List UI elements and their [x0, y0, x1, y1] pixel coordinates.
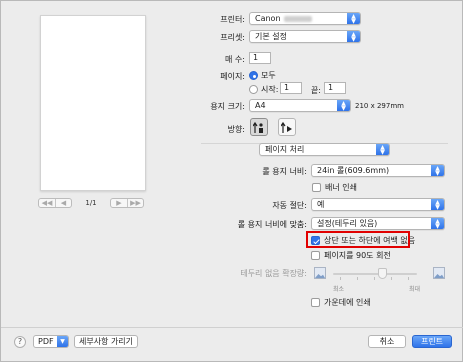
slider-tick: [374, 277, 375, 280]
presets-select[interactable]: 기본 설정 ▲ ▼: [249, 30, 361, 43]
footer-divider: [1, 327, 463, 328]
chevron-updown-icon: ▲ ▼: [347, 31, 360, 42]
pages-from-field[interactable]: 1: [280, 82, 302, 94]
image-large-icon: [433, 267, 445, 279]
page-indicator: 1/1: [85, 199, 97, 207]
printer-label: 프린터:: [220, 15, 245, 24]
printer-select[interactable]: Canon ▲ ▼: [249, 12, 361, 25]
paper-dimensions: 210 x 297mm: [355, 102, 404, 110]
pages-label: 페이지:: [220, 72, 245, 81]
print-preview-page: [40, 15, 146, 191]
pages-all-radio[interactable]: [249, 71, 258, 80]
pdf-label: PDF: [38, 337, 54, 346]
center-print-option[interactable]: 가운데에 인쇄: [311, 297, 371, 308]
print-button[interactable]: 프린트: [412, 335, 452, 348]
print-dialog: ◀◀ ◀ 1/1 ▶ ▶▶ 프린터: Canon ▲ ▼ 프리셋: 기본 설정 ▲…: [0, 0, 463, 362]
slider-max-label: 최대: [409, 286, 421, 293]
cancel-button[interactable]: 취소: [368, 335, 406, 348]
auto-cut-select[interactable]: 예 ▲ ▼: [311, 198, 445, 211]
auto-cut-value: 예: [317, 200, 325, 209]
center-print-label: 가운데에 인쇄: [324, 298, 371, 307]
first-page-button[interactable]: ◀◀: [39, 199, 55, 207]
slider-tick: [357, 277, 358, 280]
pages-all-label: 모두: [261, 71, 276, 80]
borderless-ext-slider[interactable]: [333, 273, 417, 275]
section-value: 페이지 처리: [265, 145, 305, 154]
center-print-checkbox[interactable]: [311, 298, 320, 307]
presets-label: 프리셋:: [220, 33, 245, 42]
landscape-icon: [281, 121, 292, 133]
chevron-down-icon: ▼: [57, 336, 68, 347]
banner-print-option[interactable]: 배너 인쇄: [312, 182, 357, 193]
landscape-button[interactable]: [278, 118, 296, 136]
pages-to-label: 끝:: [310, 86, 321, 95]
rotate90-label: 페이지를 90도 회전: [324, 251, 391, 260]
orientation-label: 방향:: [227, 125, 245, 134]
pager-forward-group: ▶ ▶▶: [110, 198, 144, 208]
chevron-updown-icon: ▲ ▼: [431, 218, 444, 229]
hide-details-button[interactable]: 세부사항 가리기: [74, 335, 138, 348]
pages-range-option[interactable]: 시작:: [249, 84, 278, 95]
printer-model-redacted: [283, 15, 312, 22]
pdf-menu-button[interactable]: PDF ▼: [33, 335, 69, 348]
portrait-icon: [253, 121, 263, 133]
slider-min-label: 최소: [333, 286, 345, 293]
roll-width-select[interactable]: 24in 롤(609.6mm) ▲ ▼: [311, 164, 445, 177]
image-small-icon: [314, 267, 326, 279]
pages-from-label: 시작:: [261, 85, 279, 94]
copies-label: 매 수:: [225, 55, 245, 64]
preview-pager: ◀◀ ◀ 1/1 ▶ ▶▶: [38, 198, 144, 208]
pages-range-radio[interactable]: [249, 85, 258, 94]
slider-thumb[interactable]: [378, 268, 387, 279]
highlight-box: [306, 231, 410, 248]
pages-to-field[interactable]: 1: [324, 82, 346, 94]
fit-roll-value: 설정(테두리 있음): [317, 219, 378, 228]
help-button[interactable]: ?: [14, 336, 26, 348]
chevron-updown-icon: ▲ ▼: [347, 13, 360, 24]
chevron-updown-icon: ▲ ▼: [337, 100, 350, 111]
paper-size-select[interactable]: A4 ▲ ▼: [249, 99, 351, 112]
banner-print-checkbox[interactable]: [312, 183, 321, 192]
paper-size-value: A4: [255, 101, 266, 110]
slider-tick: [408, 277, 409, 280]
slider-tick: [391, 277, 392, 280]
roll-width-label: 롤 용지 너비:: [262, 167, 307, 176]
rotate90-checkbox[interactable]: [311, 251, 320, 260]
borderless-ext-label: 테두리 없음 확장량:: [240, 269, 307, 278]
previous-page-button[interactable]: ◀: [55, 199, 71, 207]
rotate90-option[interactable]: 페이지를 90도 회전: [311, 250, 391, 261]
fit-roll-label: 롤 용지 너비에 맞춤:: [237, 220, 307, 229]
presets-value: 기본 설정: [255, 32, 287, 41]
portrait-button[interactable]: [250, 118, 268, 136]
chevron-updown-icon: ▲ ▼: [376, 144, 389, 155]
last-page-button[interactable]: ▶▶: [127, 199, 143, 207]
banner-print-label: 배너 인쇄: [325, 183, 357, 192]
chevron-updown-icon: ▲ ▼: [431, 165, 444, 176]
section-select[interactable]: 페이지 처리 ▲ ▼: [259, 143, 390, 156]
printer-value: Canon: [255, 14, 281, 23]
pages-all-option[interactable]: 모두: [249, 70, 276, 81]
next-page-button[interactable]: ▶: [111, 199, 127, 207]
auto-cut-label: 자동 절단:: [272, 201, 307, 210]
pager-back-group: ◀◀ ◀: [38, 198, 72, 208]
roll-width-value: 24in 롤(609.6mm): [317, 166, 390, 175]
copies-field[interactable]: 1: [249, 52, 271, 64]
fit-roll-select[interactable]: 설정(테두리 있음) ▲ ▼: [311, 217, 445, 230]
chevron-updown-icon: ▲ ▼: [431, 199, 444, 210]
paper-size-label: 용지 크기:: [210, 102, 245, 111]
slider-tick: [340, 277, 341, 280]
